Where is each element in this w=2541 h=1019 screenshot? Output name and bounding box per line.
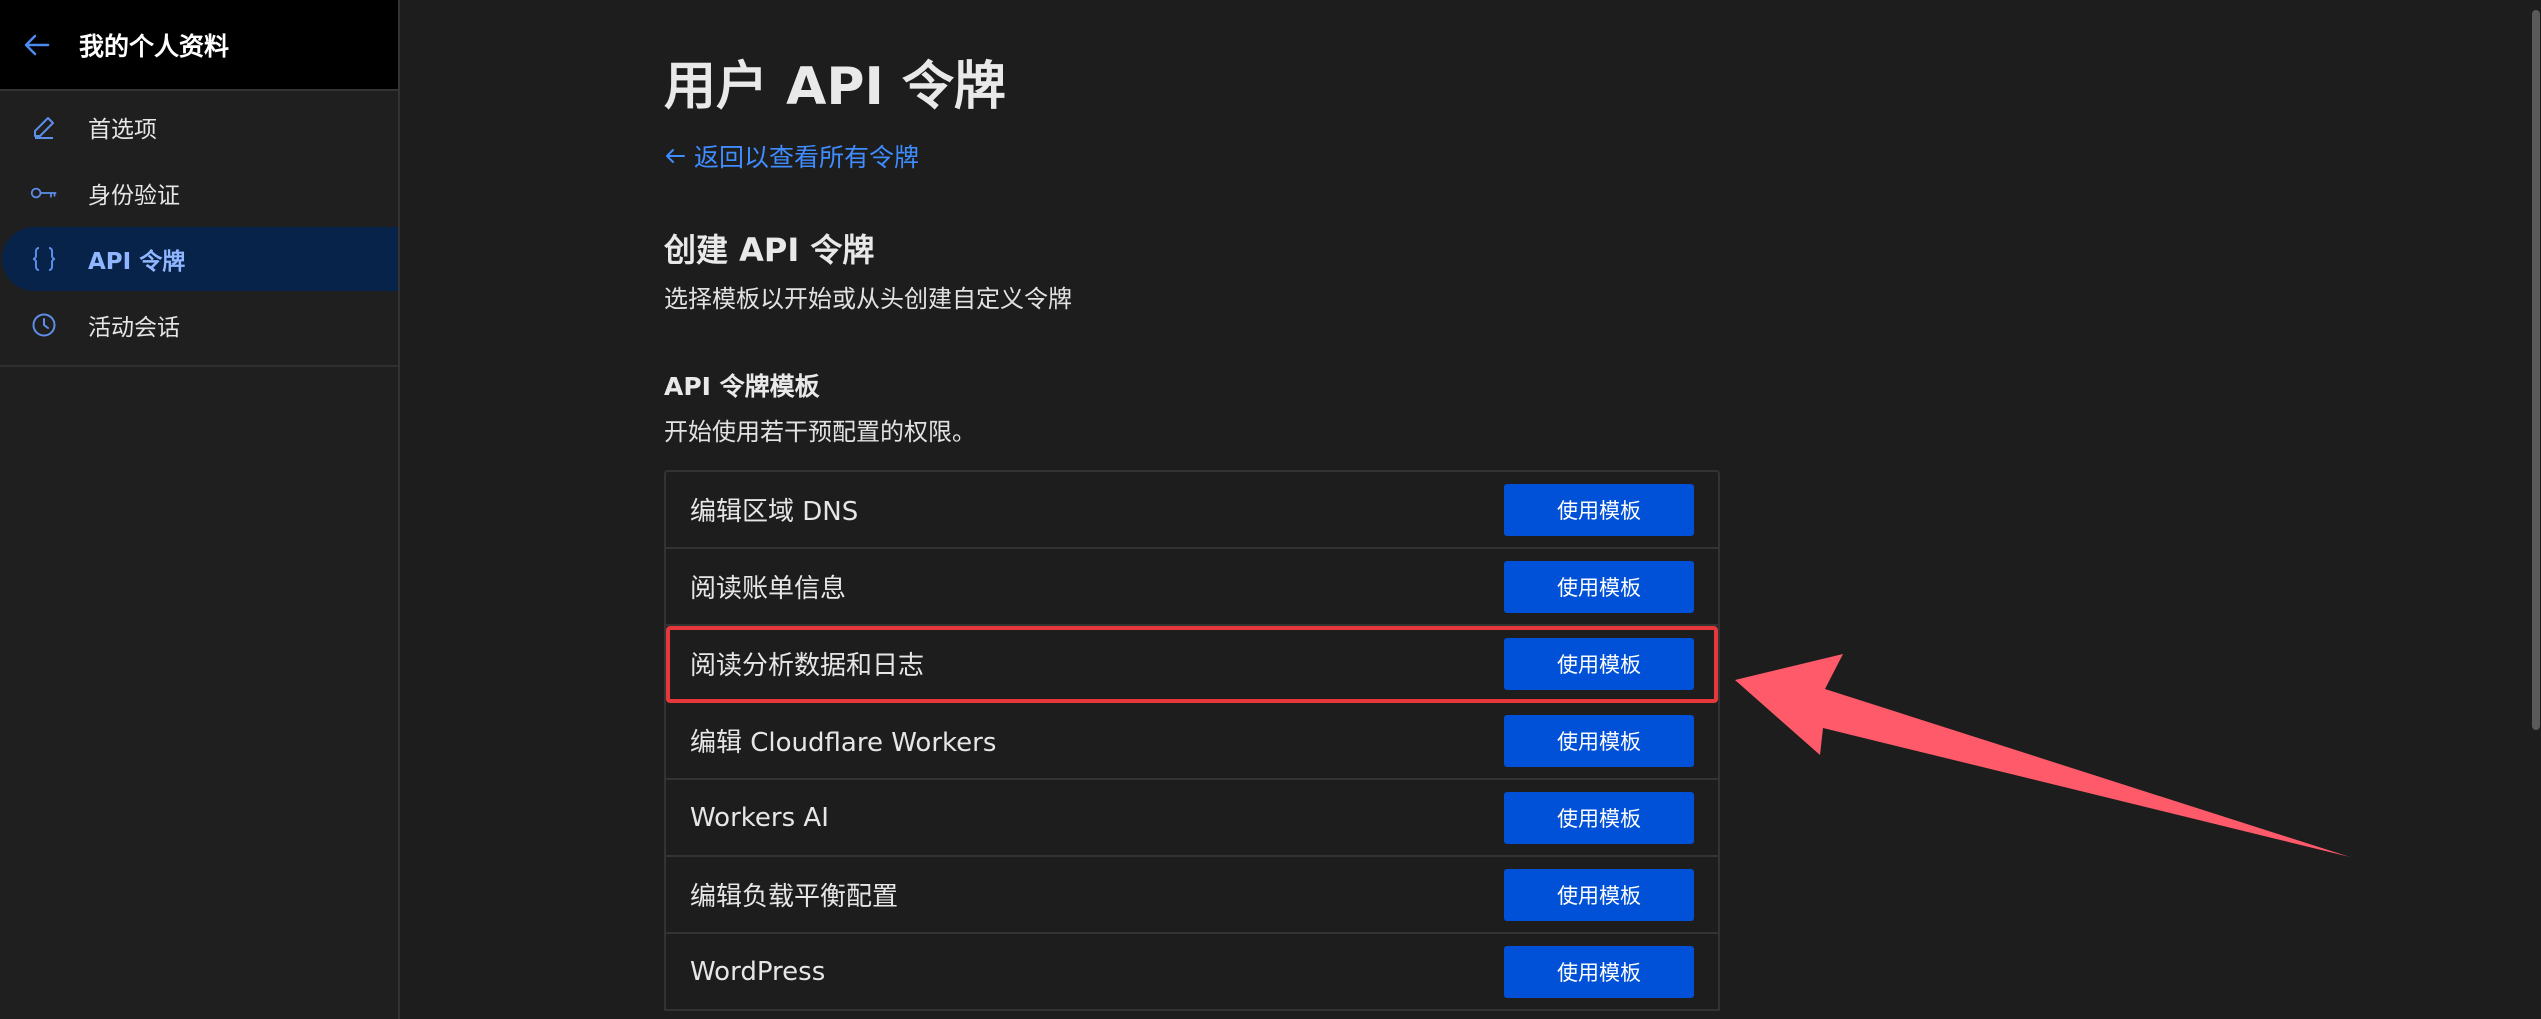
sidebar-item-authentication[interactable]: 身份验证 [0, 161, 398, 225]
template-name: 阅读账单信息 [690, 574, 847, 604]
create-token-description: 选择模板以开始或从头创建自定义令牌 [664, 285, 1072, 313]
use-template-button[interactable]: 使用模板 [1504, 945, 1694, 998]
sidebar-item-label: 活动会话 [88, 315, 180, 341]
edit-icon [30, 113, 58, 141]
back-to-tokens-link[interactable]: 返回以查看所有令牌 [664, 138, 919, 174]
arrow-left-icon [664, 145, 686, 167]
template-name: WordPress [690, 956, 826, 987]
template-row: WordPress 使用模板 [666, 934, 1718, 1011]
scrollbar-thumb[interactable] [2532, 10, 2540, 730]
template-name: Workers AI [690, 802, 829, 833]
template-row: 编辑区域 DNS 使用模板 [666, 472, 1718, 549]
templates-heading: API 令牌模板 [664, 372, 820, 401]
back-link-label: 返回以查看所有令牌 [694, 143, 920, 172]
templates-description: 开始使用若干预配置的权限。 [664, 418, 976, 446]
sidebar-nav: 首选项 身份验证 API 令牌 活动会话 [0, 91, 398, 367]
sidebar-item-label: 首选项 [88, 117, 157, 143]
template-row: Workers AI 使用模板 [666, 780, 1718, 857]
scrollbar[interactable] [2531, 0, 2541, 1019]
back-arrow-icon[interactable] [22, 30, 52, 60]
clock-icon [30, 311, 58, 339]
use-template-button[interactable]: 使用模板 [1504, 483, 1694, 536]
use-template-button[interactable]: 使用模板 [1504, 637, 1694, 690]
use-template-button[interactable]: 使用模板 [1504, 714, 1694, 767]
template-row: 阅读账单信息 使用模板 [666, 549, 1718, 626]
template-name: 编辑区域 DNS [690, 497, 859, 527]
key-icon [30, 179, 58, 207]
template-name: 阅读分析数据和日志 [690, 651, 925, 681]
use-template-button[interactable]: 使用模板 [1504, 560, 1694, 613]
sidebar-header: 我的个人资料 [0, 0, 398, 91]
template-row: 编辑 Cloudflare Workers 使用模板 [666, 703, 1718, 780]
template-row-highlighted: 阅读分析数据和日志 使用模板 [666, 626, 1718, 703]
annotation-arrow-icon [1735, 654, 2350, 857]
sidebar-item-preferences[interactable]: 首选项 [0, 95, 398, 159]
template-row: 编辑负载平衡配置 使用模板 [666, 857, 1718, 934]
sidebar-title: 我的个人资料 [79, 31, 230, 61]
sidebar-item-active-sessions[interactable]: 活动会话 [0, 293, 398, 357]
braces-icon [30, 245, 58, 273]
template-name: 编辑负载平衡配置 [690, 882, 899, 912]
use-template-button[interactable]: 使用模板 [1504, 791, 1694, 844]
create-token-heading: 创建 API 令牌 [664, 231, 875, 269]
template-list: 编辑区域 DNS 使用模板 阅读账单信息 使用模板 阅读分析数据和日志 使用模板… [664, 470, 1720, 1011]
use-template-button[interactable]: 使用模板 [1504, 868, 1694, 921]
sidebar-item-label: API 令牌 [88, 249, 186, 275]
sidebar-item-label: 身份验证 [88, 183, 180, 209]
template-name: 编辑 Cloudflare Workers [690, 728, 997, 758]
sidebar: 我的个人资料 首选项 身份验证 API 令牌 活动会话 [0, 0, 400, 1019]
page-title: 用户 API 令牌 [664, 57, 1006, 117]
sidebar-item-api-tokens[interactable]: API 令牌 [2, 227, 398, 291]
